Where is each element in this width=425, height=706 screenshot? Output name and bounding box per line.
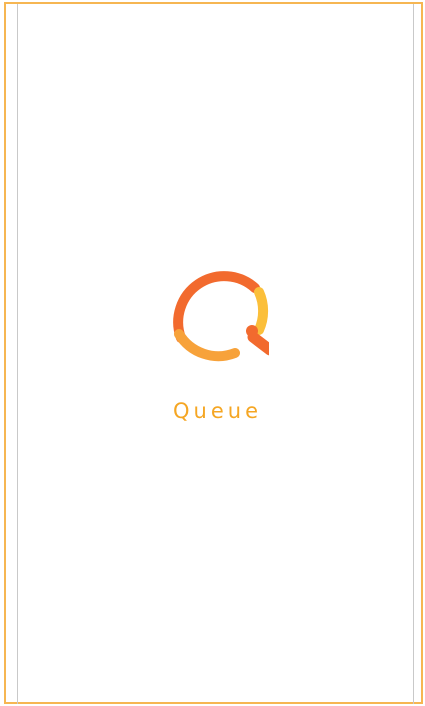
logo-ring-top-arc: [173, 271, 260, 343]
app-name-wordmark: Queue: [173, 399, 262, 423]
screen-edge-right: [413, 4, 414, 704]
splash-screen: Queue: [18, 4, 413, 704]
logo-tail-bar: [247, 331, 276, 356]
queue-logo-icon: [163, 254, 276, 362]
logo-ring-right-arc: [254, 287, 269, 335]
logo-ring-bottom-arc: [174, 329, 240, 362]
